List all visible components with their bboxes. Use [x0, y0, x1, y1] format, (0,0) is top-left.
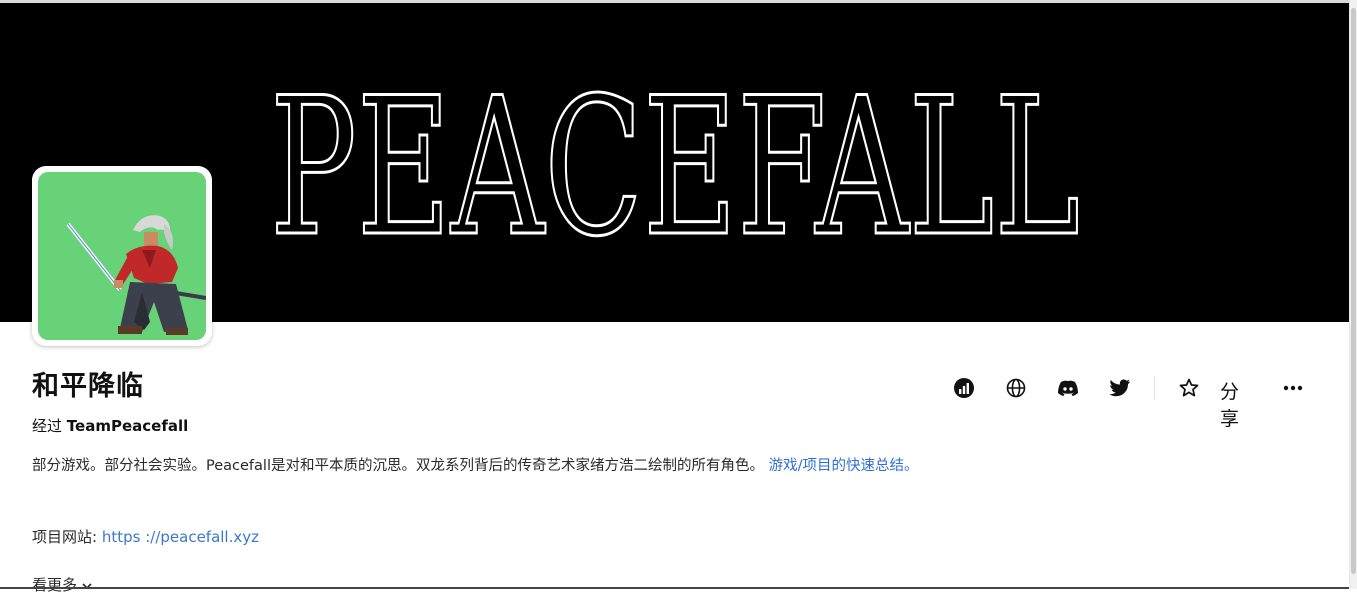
see-more-button[interactable]: 看更多 [32, 574, 92, 595]
collection-description: 部分游戏。部分社会实验。Peacefall是对和平本质的沉思。双龙系列背后的传奇… [32, 454, 932, 479]
twitter-icon[interactable] [1104, 372, 1136, 404]
avatar-image [38, 172, 206, 340]
see-more-label: 看更多 [32, 576, 78, 594]
collection-avatar [32, 166, 212, 346]
description-link[interactable]: 游戏/项目的快速总结。 [769, 458, 919, 474]
actions-divider [1154, 376, 1155, 400]
chevron-down-icon [82, 576, 92, 594]
description-text: 部分游戏。部分社会实验。Peacefall是对和平本质的沉思。双龙系列背后的传奇… [32, 458, 764, 474]
creator-byline: 经过 TeamPeacefall [32, 415, 188, 436]
globe-icon[interactable] [1000, 372, 1032, 404]
byline-prefix: 经过 [32, 417, 63, 435]
collection-title: 和平降临 [32, 371, 144, 402]
samurai-illustration [66, 215, 206, 335]
more-icon[interactable] [1277, 372, 1309, 404]
vertical-scrollbar[interactable] [1349, 0, 1357, 589]
star-icon[interactable] [1173, 372, 1205, 404]
website-link[interactable]: https ://peacefall.xyz [102, 528, 259, 546]
banner-logo: PEACEFALL [269, 87, 1082, 247]
creator-link[interactable]: TeamPeacefall [67, 417, 188, 435]
discord-icon[interactable] [1052, 372, 1084, 404]
project-website: 项目网站: https ://peacefall.xyz [32, 526, 259, 547]
share-button[interactable]: 分享 [1220, 377, 1239, 431]
banner-logo-text: PEACEFALL [270, 87, 1080, 247]
website-label: 项目网站: [32, 528, 98, 546]
scrollbar-thumb[interactable] [1351, 8, 1356, 574]
stats-icon[interactable] [948, 372, 980, 404]
